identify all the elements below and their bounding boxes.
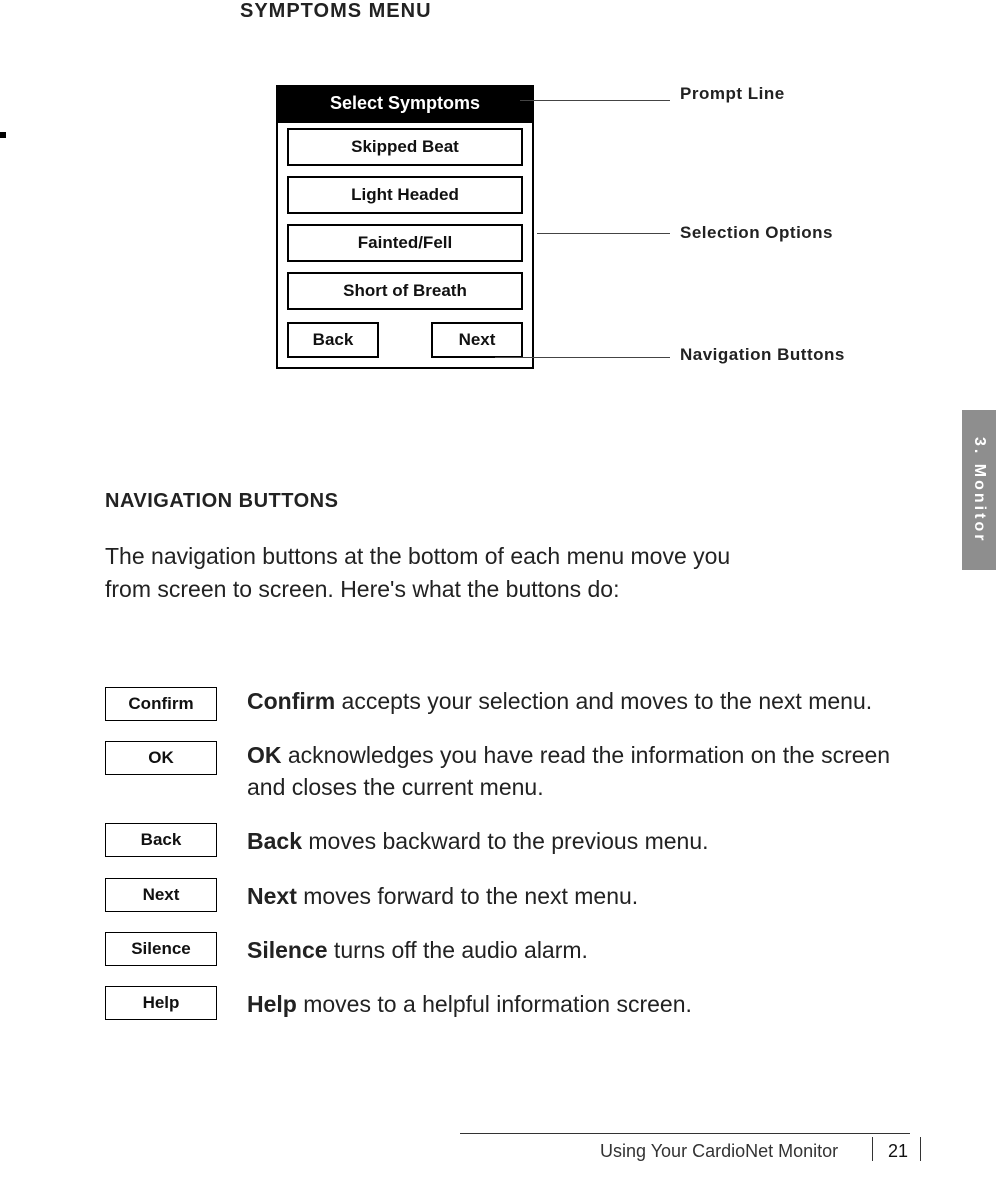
next-button-sample: Next [105,878,217,912]
def-row-confirm: Confirm Confirm accepts your selection a… [105,685,905,721]
option-fainted-fell[interactable]: Fainted/Fell [288,225,522,261]
callout-navigation-buttons: Navigation Buttons [680,345,845,365]
prompt-line: Select Symptoms [278,87,532,123]
def-row-help: Help Help moves to a helpful information… [105,984,905,1020]
leader-line [495,357,670,358]
footer-title: Using Your CardioNet Monitor [600,1141,838,1162]
option-skipped-beat[interactable]: Skipped Beat [288,129,522,165]
option-short-of-breath[interactable]: Short of Breath [288,273,522,309]
def-text-ok: OK acknowledges you have read the inform… [247,739,905,803]
footer-rule [460,1133,910,1134]
device-frame: Select Symptoms Skipped Beat Light Heade… [276,85,534,369]
callout-selection-options: Selection Options [680,223,833,243]
option-light-headed[interactable]: Light Headed [288,177,522,213]
section-title-navigation-buttons: NAVIGATION BUTTONS [105,490,338,513]
def-row-silence: Silence Silence turns off the audio alar… [105,930,905,966]
selection-options-list: Skipped Beat Light Headed Fainted/Fell S… [278,123,532,309]
leader-line [520,100,670,101]
intro-paragraph: The navigation buttons at the bottom of … [105,540,745,607]
def-row-next: Next Next moves forward to the next menu… [105,876,905,912]
next-button[interactable]: Next [432,323,522,357]
footer-divider [872,1137,873,1161]
back-button[interactable]: Back [288,323,378,357]
device-screen-mock: Select Symptoms Skipped Beat Light Heade… [276,85,538,369]
footer-divider [920,1137,921,1161]
section-title-symptoms-menu: SYMPTOMS MENU [240,0,432,23]
def-text-next: Next moves forward to the next menu. [247,876,638,912]
confirm-button-sample: Confirm [105,687,217,721]
chapter-tab: 3. Monitor [962,410,996,570]
def-text-silence: Silence turns off the audio alarm. [247,930,588,966]
page-footer: Using Your CardioNet Monitor 21 [0,1133,996,1165]
def-text-confirm: Confirm accepts your selection and moves… [247,685,872,717]
back-button-sample: Back [105,823,217,857]
callout-prompt-line: Prompt Line [680,84,785,104]
silence-button-sample: Silence [105,932,217,966]
page-edge-mark [0,132,6,138]
navigation-buttons-row: Back Next [278,321,532,367]
leader-line [537,233,670,234]
def-text-help: Help moves to a helpful information scre… [247,984,692,1020]
page-number: 21 [888,1141,908,1162]
def-text-back: Back moves backward to the previous menu… [247,821,709,857]
button-definitions: Confirm Confirm accepts your selection a… [105,685,905,1038]
def-row-back: Back Back moves backward to the previous… [105,821,905,857]
ok-button-sample: OK [105,741,217,775]
help-button-sample: Help [105,986,217,1020]
def-row-ok: OK OK acknowledges you have read the inf… [105,739,905,803]
